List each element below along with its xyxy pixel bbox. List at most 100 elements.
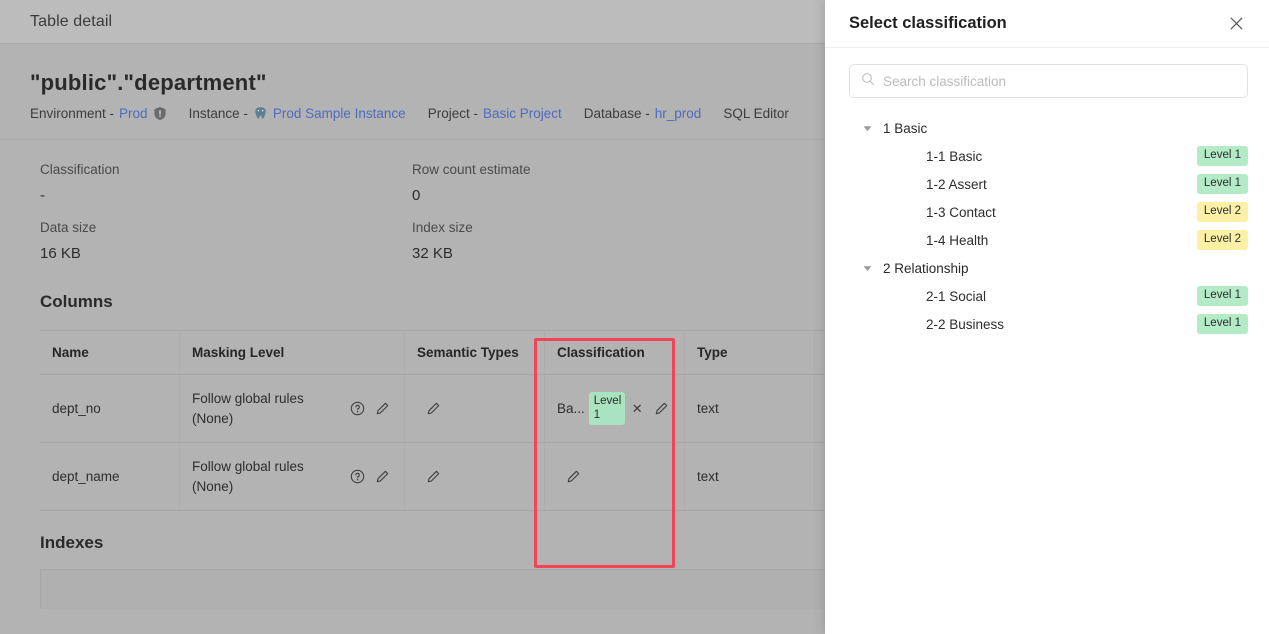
classification-tree: 1 Basic 1-1 Basic Level 1 1-2 Assert Lev… (825, 98, 1269, 338)
stat-index-size-value: 32 KB (412, 245, 453, 262)
stat-data-size: Data size 16 KB (40, 220, 412, 262)
breadcrumb-database-label: Database - (583, 106, 650, 121)
level-badge: Level 2 (1196, 230, 1248, 250)
stat-index-size-label: Index size (412, 220, 473, 235)
columns-section-title: Columns (40, 292, 113, 311)
shield-exclamation-icon (153, 106, 167, 121)
breadcrumb-instance[interactable]: Instance - Prod Sample Instance (189, 106, 406, 121)
level-badge: Level 1 (1196, 314, 1248, 334)
page-titlebar-title: Table detail (30, 12, 113, 30)
drawer-title: Select classification (849, 14, 1007, 32)
cell-masking-level-text: Follow global rules (None) (192, 458, 304, 494)
cell-semantic-types (405, 375, 545, 442)
stat-classification-label: Classification (40, 162, 120, 177)
status-badge: Level 1 (588, 392, 625, 425)
page-title: "public"."department" (30, 70, 267, 95)
table-stats: Classification - Row count estimate 0 Da… (0, 140, 825, 278)
stat-classification-value: - (40, 187, 45, 204)
page-body: "public"."department" Environment - Prod… (0, 44, 825, 634)
breadcrumb-database[interactable]: Database - hr_prod (584, 106, 702, 121)
breadcrumb-instance-label: Instance - (188, 106, 248, 121)
level-badge: Level 1 (1196, 174, 1248, 194)
close-icon[interactable] (1223, 11, 1249, 37)
column-header-classification: Classification (545, 331, 685, 374)
postgresql-icon (253, 106, 268, 121)
indexes-section-title: Indexes (40, 533, 104, 552)
breadcrumb-project-value[interactable]: Basic Project (483, 106, 562, 121)
cell-column-name: dept_no (40, 375, 180, 442)
tree-group-2-relationship[interactable]: 2 Relationship (849, 254, 1248, 282)
breadcrumb-database-value[interactable]: hr_prod (655, 106, 702, 121)
edit-semantic-types-pencil-icon[interactable] (423, 467, 443, 487)
breadcrumb-instance-value[interactable]: Prod Sample Instance (273, 106, 406, 121)
breadcrumb-environment-label: Environment - (30, 106, 115, 121)
stat-index-size: Index size 32 KB (412, 220, 784, 262)
column-header-extra (815, 331, 825, 374)
level-badge: Level 2 (1196, 202, 1248, 222)
table-row[interactable]: dept_name Follow global rules (None) tex… (40, 443, 825, 511)
tree-item-label: 1-2 Assert (926, 176, 987, 192)
column-header-masking-level: Masking Level (180, 331, 405, 374)
tree-item-label: 2-1 Social (926, 288, 987, 304)
cell-type: text (685, 375, 815, 442)
edit-masking-level-pencil-icon[interactable] (373, 399, 392, 419)
cell-semantic-types (405, 443, 545, 510)
tree-item-2-2-business[interactable]: 2-2 Business Level 1 (849, 310, 1248, 338)
remove-classification-close-icon[interactable]: ✕ (632, 401, 643, 417)
column-header-semantic-types: Semantic Types (405, 331, 545, 374)
tree-item-1-3-contact[interactable]: 1-3 Contact Level 2 (849, 198, 1248, 226)
table-row[interactable]: dept_no Follow global rules (None) Ba...… (40, 375, 825, 443)
chevron-down-icon[interactable] (859, 260, 875, 276)
stat-row-count-value: 0 (412, 187, 421, 204)
cell-classification-text: Ba... (557, 401, 585, 416)
cell-masking-level: Follow global rules (None) (180, 375, 405, 442)
breadcrumb-sql-editor[interactable]: SQL Editor (723, 106, 789, 121)
tree-item-label: 1-3 Contact (926, 204, 996, 220)
tree-group-label: 1 Basic (883, 120, 928, 136)
help-circle-icon[interactable] (348, 399, 367, 419)
search-input[interactable] (883, 73, 1236, 89)
cell-classification (545, 443, 685, 510)
drawer-header: Select classification (825, 0, 1269, 48)
page-titlebar: Table detail (0, 0, 825, 44)
cell-type: text (685, 443, 815, 510)
tree-item-1-1-basic[interactable]: 1-1 Basic Level 1 (849, 142, 1248, 170)
chevron-down-icon[interactable] (859, 120, 875, 136)
select-classification-drawer: Select classification 1 Basic 1-1 B (825, 0, 1269, 634)
columns-table: Name Masking Level Semantic Types Classi… (40, 330, 825, 511)
breadcrumb-project[interactable]: Project - Basic Project (428, 106, 562, 121)
columns-table-header-row: Name Masking Level Semantic Types Classi… (40, 331, 825, 375)
stat-data-size-value: 16 KB (40, 245, 81, 262)
level-badge: Level 1 (1196, 286, 1248, 306)
table-detail-page: Table detail "public"."department" Envir… (0, 0, 825, 634)
help-circle-icon[interactable] (348, 467, 367, 487)
cell-column-name: dept_name (40, 443, 180, 510)
cell-classification: Ba... Level 1 ✕ (545, 375, 685, 442)
tree-item-label: 2-2 Business (926, 316, 1005, 332)
breadcrumb-environment[interactable]: Environment - Prod (30, 106, 167, 121)
indexes-table (40, 569, 825, 609)
screen-root: Table detail "public"."department" Envir… (0, 0, 1269, 634)
breadcrumb-environment-value[interactable]: Prod (119, 106, 148, 121)
tree-group-1-basic[interactable]: 1 Basic (849, 114, 1248, 142)
level-badge: Level 1 (1196, 146, 1248, 166)
cell-masking-level-text: Follow global rules (None) (192, 390, 304, 426)
tree-item-1-2-assert[interactable]: 1-2 Assert Level 1 (849, 170, 1248, 198)
tree-item-1-4-health[interactable]: 1-4 Health Level 2 (849, 226, 1248, 254)
cell-masking-level: Follow global rules (None) (180, 443, 405, 510)
edit-classification-pencil-icon[interactable] (652, 399, 672, 419)
edit-classification-pencil-icon[interactable] (563, 467, 583, 487)
search-icon (861, 72, 875, 91)
column-header-type: Type (685, 331, 815, 374)
stat-data-size-label: Data size (40, 220, 97, 235)
edit-masking-level-pencil-icon[interactable] (373, 467, 392, 487)
column-header-name: Name (40, 331, 180, 374)
tree-item-2-1-social[interactable]: 2-1 Social Level 1 (849, 282, 1248, 310)
breadcrumb-project-label: Project - (427, 106, 478, 121)
edit-semantic-types-pencil-icon[interactable] (423, 399, 443, 419)
stat-row-count-label: Row count estimate (412, 162, 531, 177)
breadcrumb-sql-editor-label: SQL Editor (723, 106, 789, 121)
search-classification-box[interactable] (849, 64, 1248, 98)
tree-item-label: 1-4 Health (926, 232, 989, 248)
tree-item-label: 1-1 Basic (926, 148, 983, 164)
